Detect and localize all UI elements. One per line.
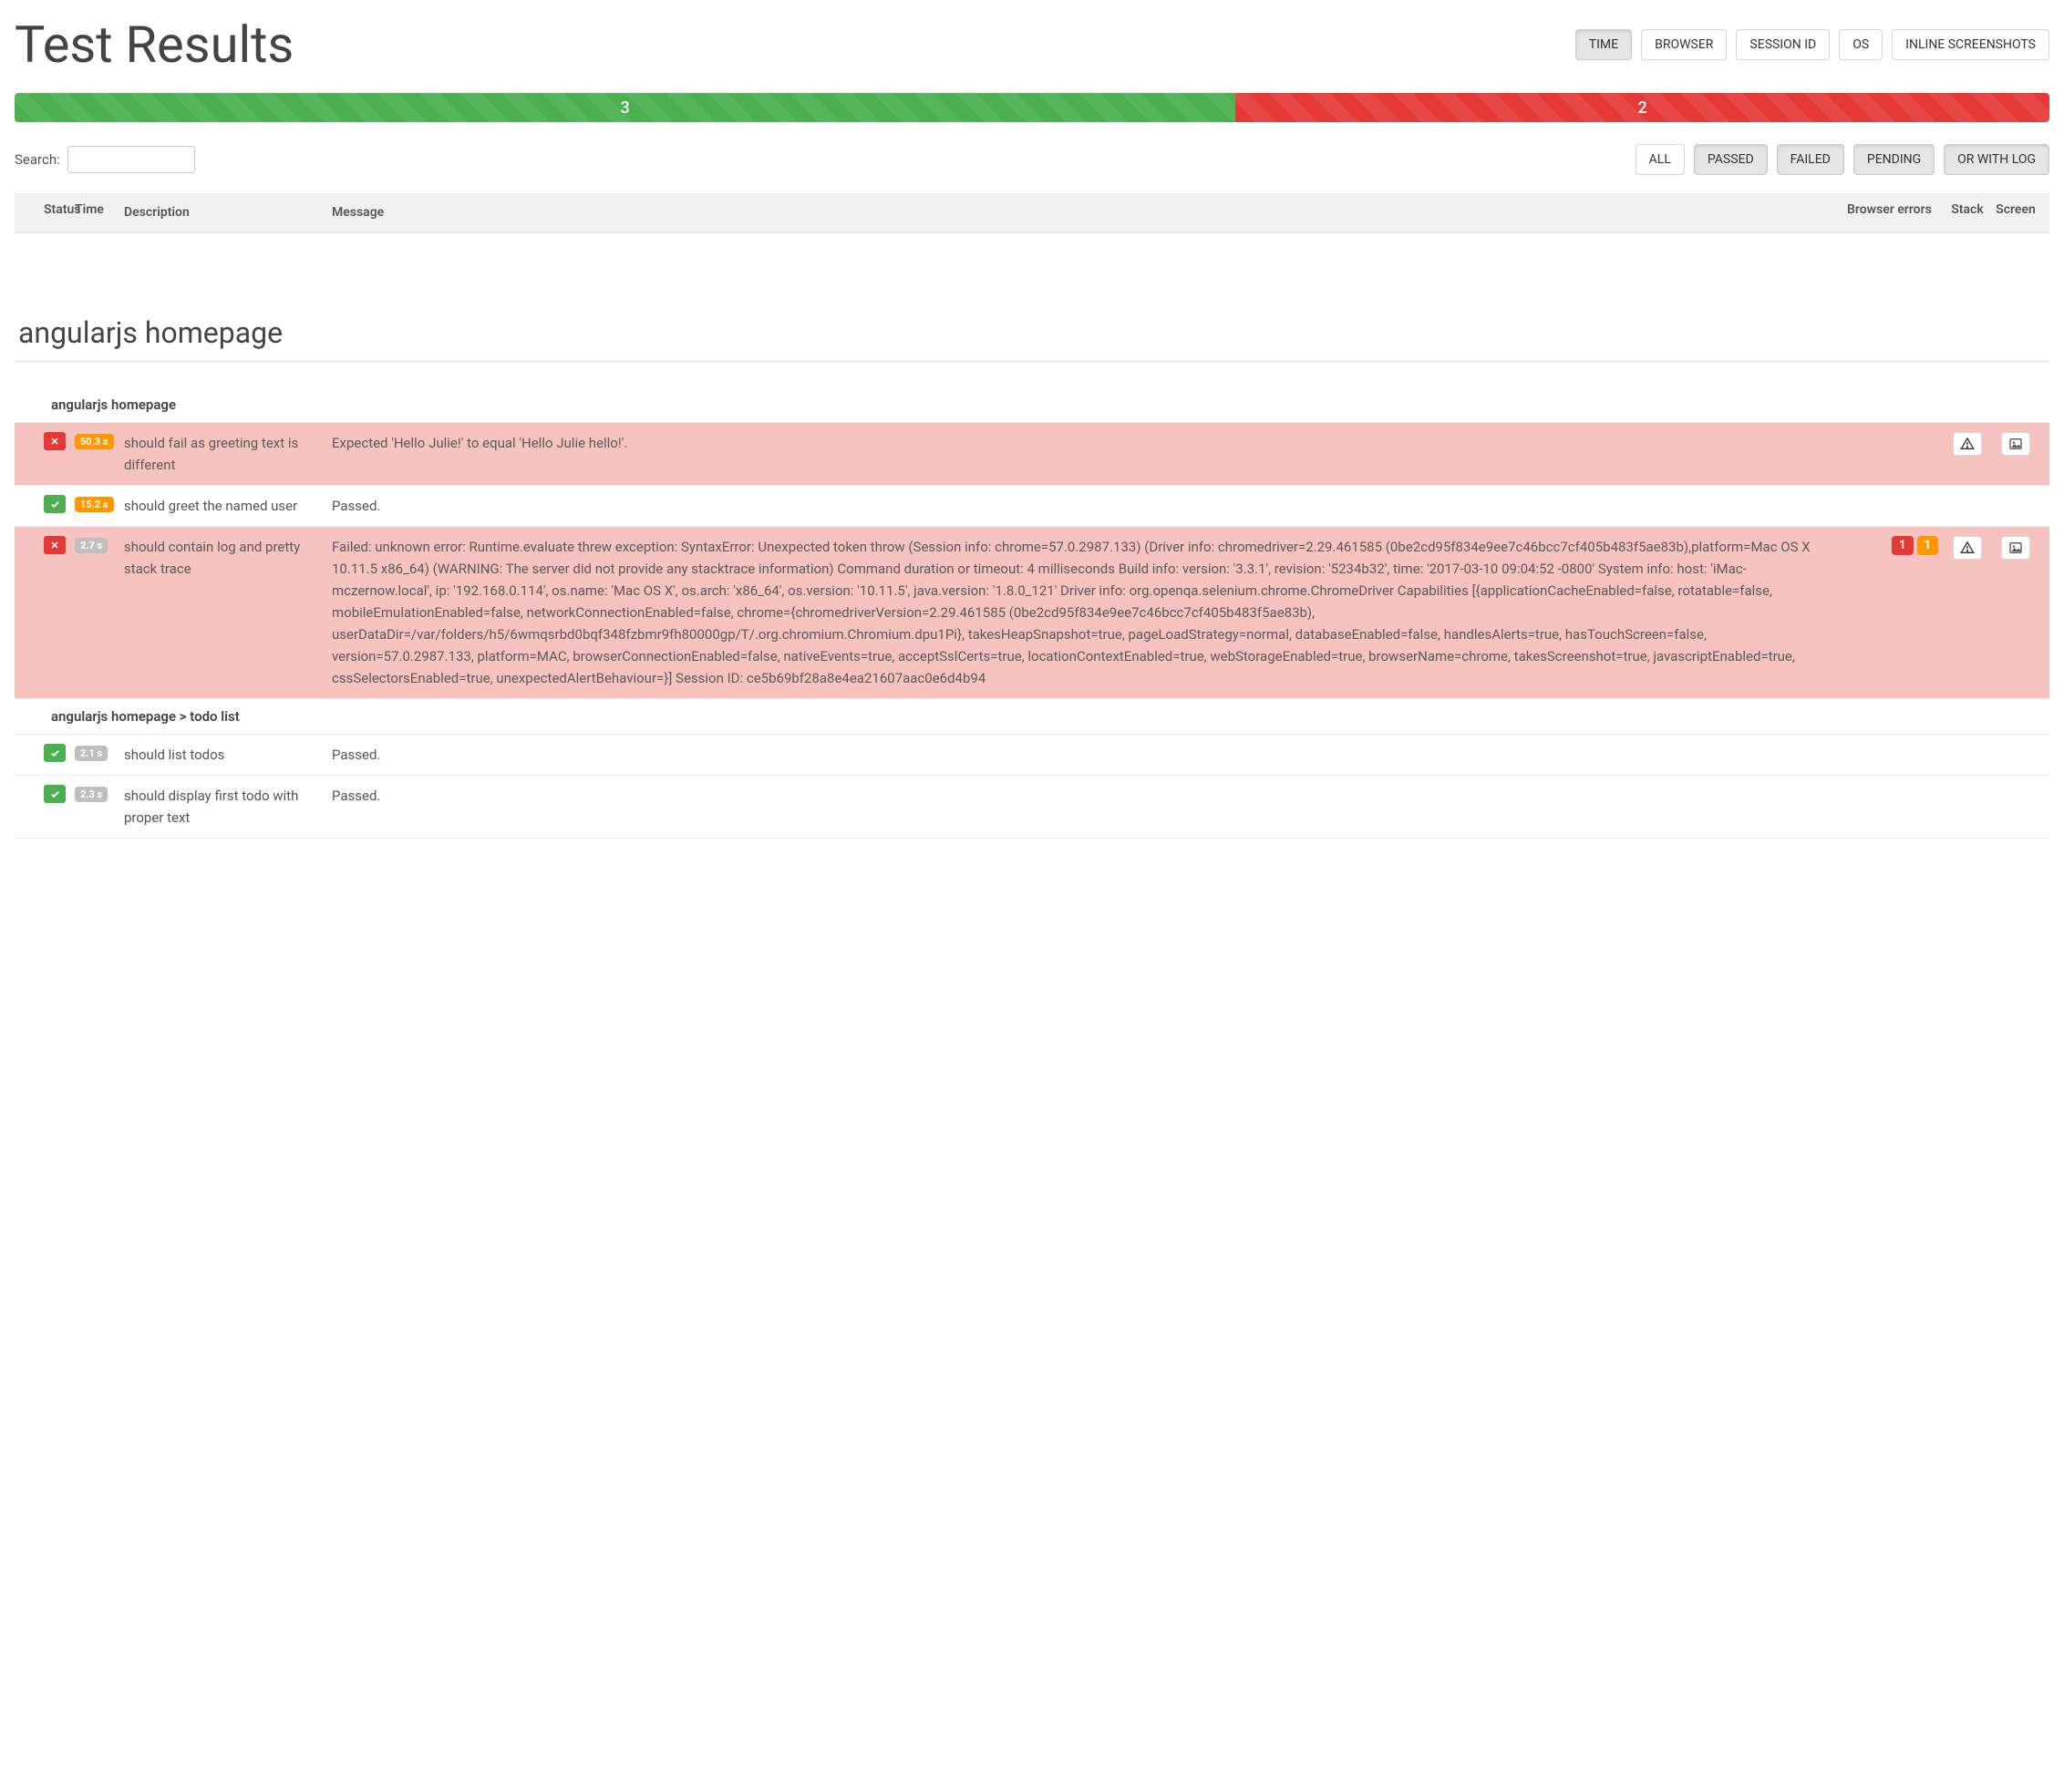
option-browser[interactable]: BROWSER <box>1641 29 1727 60</box>
section-divider <box>15 361 2049 362</box>
page-title: Test Results <box>15 15 294 75</box>
progress-bar: 3 2 <box>15 93 2049 122</box>
warning-icon[interactable] <box>1953 536 1982 560</box>
table-header: Status Time Description Message Browser … <box>15 193 2049 233</box>
time-badge: 15.2 s <box>75 497 114 512</box>
section-title: angularjs homepage <box>15 315 2049 350</box>
progress-fail: 2 <box>1235 93 2049 122</box>
test-description: should contain log and pretty stack trac… <box>124 536 325 580</box>
check-icon <box>44 744 66 762</box>
test-row: 2.3 s should display first todo with prop… <box>15 776 2049 839</box>
test-row: 15.2 s should greet the named user Passed. <box>15 486 2049 527</box>
test-description: should display first todo with proper te… <box>124 785 325 829</box>
option-time[interactable]: TIME <box>1575 29 1632 60</box>
x-icon <box>44 536 66 554</box>
x-icon <box>44 432 66 450</box>
search-label: Search: <box>15 151 60 168</box>
group-title: angularjs homepage <box>15 387 2049 423</box>
filter-pending[interactable]: PENDING <box>1853 144 1935 175</box>
col-message: Message <box>332 202 1840 222</box>
error-count-badge: 1 <box>1892 536 1913 555</box>
check-icon <box>44 785 66 803</box>
group-title: angularjs homepage > todo list <box>15 699 2049 735</box>
error-count-badge: 1 <box>1917 536 1938 555</box>
time-badge: 2.7 s <box>75 538 108 553</box>
filter-or-with-log[interactable]: OR WITH LOG <box>1944 144 2049 175</box>
col-time: Time <box>75 202 117 222</box>
col-stack: Stack <box>1949 202 1986 222</box>
test-description: should list todos <box>124 744 325 766</box>
check-icon <box>44 495 66 513</box>
test-message: Passed. <box>332 744 1840 766</box>
image-icon[interactable] <box>2001 536 2030 560</box>
filter-buttons: ALL PASSED FAILED PENDING OR WITH LOG <box>1636 144 2049 175</box>
test-message: Passed. <box>332 495 1840 517</box>
time-badge: 50.3 s <box>75 434 114 449</box>
progress-fail-count: 2 <box>1637 98 1646 118</box>
warning-icon[interactable] <box>1953 432 1982 456</box>
test-message: Passed. <box>332 785 1840 807</box>
image-icon[interactable] <box>2001 432 2030 456</box>
test-message: Failed: unknown error: Runtime.evaluate … <box>332 536 1840 689</box>
test-description: should fail as greeting text is differen… <box>124 432 325 476</box>
col-description: Description <box>124 202 325 222</box>
time-badge: 2.1 s <box>75 746 108 761</box>
browser-error-counts: 11 <box>1847 536 1942 555</box>
option-session-id[interactable]: SESSION ID <box>1736 29 1830 60</box>
col-status: Status <box>26 202 67 222</box>
test-row: 2.7 s should contain log and pretty stack… <box>15 527 2049 699</box>
search-input[interactable] <box>67 146 195 173</box>
test-row: 50.3 s should fail as greeting text is di… <box>15 423 2049 486</box>
filter-passed[interactable]: PASSED <box>1694 144 1768 175</box>
progress-pass: 3 <box>15 93 1235 122</box>
filter-all[interactable]: ALL <box>1636 144 1685 175</box>
test-description: should greet the named user <box>124 495 325 517</box>
option-os[interactable]: OS <box>1839 29 1883 60</box>
test-message: Expected 'Hello Julie!' to equal 'Hello … <box>332 432 1840 454</box>
col-browser-errors: Browser errors <box>1847 202 1942 222</box>
col-screen: Screen <box>1993 202 2038 222</box>
progress-pass-count: 3 <box>620 98 629 118</box>
test-row: 2.1 s should list todos Passed. <box>15 735 2049 776</box>
display-options: TIME BROWSER SESSION ID OS INLINE SCREENSHOT… <box>1575 29 2049 60</box>
filter-failed[interactable]: FAILED <box>1777 144 1844 175</box>
time-badge: 2.3 s <box>75 787 108 802</box>
option-inline-screenshots[interactable]: INLINE SCREENSHOTS <box>1892 29 2049 60</box>
